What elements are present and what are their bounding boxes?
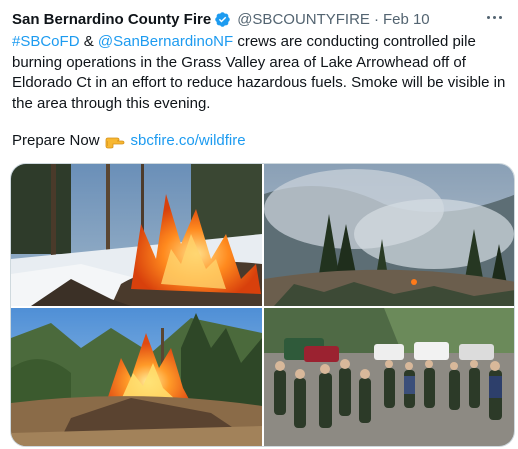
- tweet-card[interactable]: San Bernardino County Fire @SBCOUNTYFIRE…: [0, 0, 518, 449]
- tweet-date[interactable]: Feb 10: [383, 11, 430, 28]
- author-display-name[interactable]: San Bernardino County Fire: [12, 11, 211, 28]
- tweet-body: #SBCoFD & @SanBernardinoNF crews are con…: [12, 32, 512, 114]
- media-grid[interactable]: [10, 163, 515, 447]
- author-handle[interactable]: @SBCOUNTYFIRE: [237, 11, 370, 28]
- mention-link[interactable]: @SanBernardinoNF: [98, 33, 233, 50]
- verified-badge-icon: [214, 11, 231, 28]
- prepare-now-text: Prepare Now: [12, 132, 100, 149]
- wildfire-link[interactable]: sbcfire.co/wildfire: [131, 131, 246, 151]
- prepare-now-line: Prepare Now sbcfire.co/wildfire: [12, 131, 246, 151]
- photo-pile-burn-snow[interactable]: [11, 164, 262, 306]
- more-options-icon[interactable]: [484, 10, 504, 24]
- header-separator: ·: [373, 10, 379, 28]
- tweet-header: San Bernardino County Fire @SBCOUNTYFIRE…: [12, 8, 478, 30]
- photo-crew-briefing[interactable]: [264, 308, 514, 446]
- photo-smoke-hillside[interactable]: [264, 164, 514, 306]
- pointing-hand-icon: [105, 133, 125, 149]
- hashtag-link[interactable]: #SBCoFD: [12, 33, 80, 50]
- body-ampersand: &: [79, 33, 98, 50]
- photo-brush-pile-fire[interactable]: [11, 308, 262, 446]
